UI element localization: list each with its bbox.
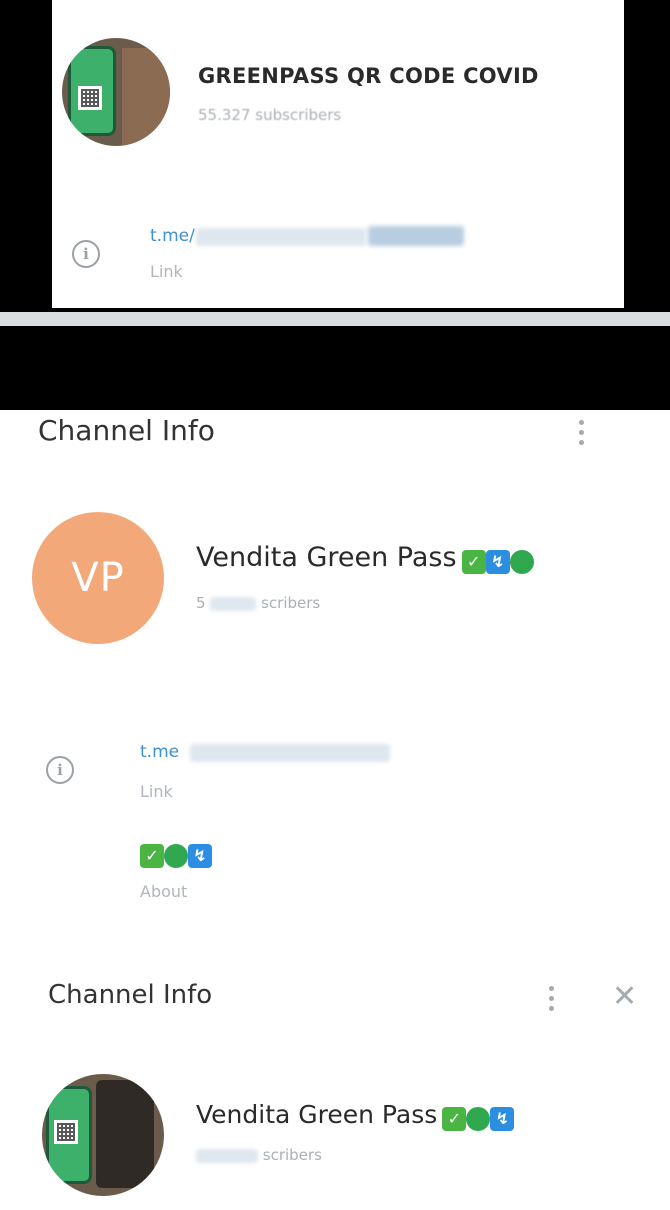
channel-name-row: Vendita Green Pass ✓ ↯	[196, 1100, 515, 1131]
link-label: Link	[150, 262, 183, 281]
about-value: ✓ ↯	[140, 844, 212, 868]
qr-code-image	[78, 86, 102, 110]
blue-box-emoji: ↯	[485, 549, 510, 574]
channel-avatar-photo[interactable]	[62, 38, 170, 146]
green-circle-emoji	[164, 844, 188, 868]
blue-box-emoji: ↯	[490, 1106, 515, 1131]
redacted-link	[190, 744, 390, 762]
check-box-emoji: ✓	[140, 844, 164, 868]
redacted-count	[196, 1148, 258, 1163]
subscriber-count-suffix: scribers	[261, 594, 321, 612]
info-icon: i	[72, 240, 100, 268]
subscriber-count-prefix: 5	[196, 594, 206, 612]
black-bar	[0, 326, 670, 410]
redacted-link-part	[368, 226, 464, 246]
qr-code-image	[54, 1120, 78, 1144]
dark-card-image	[96, 1080, 154, 1188]
panel-divider	[0, 312, 670, 326]
avatar[interactable]: VP	[32, 512, 164, 644]
close-icon[interactable]: ✕	[612, 982, 637, 1012]
channel-info-title: Channel Info	[48, 980, 213, 1010]
subscriber-count: 55.327 subscribers	[198, 106, 342, 124]
channel-link[interactable]: t.me	[140, 742, 179, 762]
check-box-emoji: ✓	[461, 549, 486, 574]
about-label: About	[140, 882, 188, 901]
blue-box-emoji: ↯	[188, 844, 212, 868]
channel-info-title: Channel Info	[38, 414, 215, 447]
redacted-link	[196, 228, 366, 246]
channel-link[interactable]: t.me/	[150, 226, 195, 246]
more-options-icon[interactable]	[548, 986, 554, 1016]
green-circle-emoji	[509, 549, 534, 574]
channel-name: Vendita Green Pass	[196, 542, 457, 573]
more-options-icon[interactable]	[578, 420, 584, 450]
link-label: Link	[140, 782, 173, 801]
channel-name-row: Vendita Green Pass ✓ ↯	[196, 542, 534, 574]
subscriber-count: scribers	[196, 1146, 322, 1164]
redacted-count	[210, 596, 257, 611]
channel-name: Vendita Green Pass	[196, 1100, 438, 1129]
subscriber-count: 5 scribers	[196, 594, 320, 612]
check-box-emoji: ✓	[442, 1106, 467, 1131]
channel-avatar-photo[interactable]	[42, 1074, 164, 1196]
subscriber-count-suffix: scribers	[262, 1146, 322, 1164]
info-icon: i	[46, 756, 74, 784]
green-circle-emoji	[466, 1106, 491, 1131]
channel-info-panel-2	[0, 410, 670, 945]
hand-image	[122, 48, 170, 146]
channel-title: GREENPASS QR CODE COVID	[198, 64, 539, 88]
